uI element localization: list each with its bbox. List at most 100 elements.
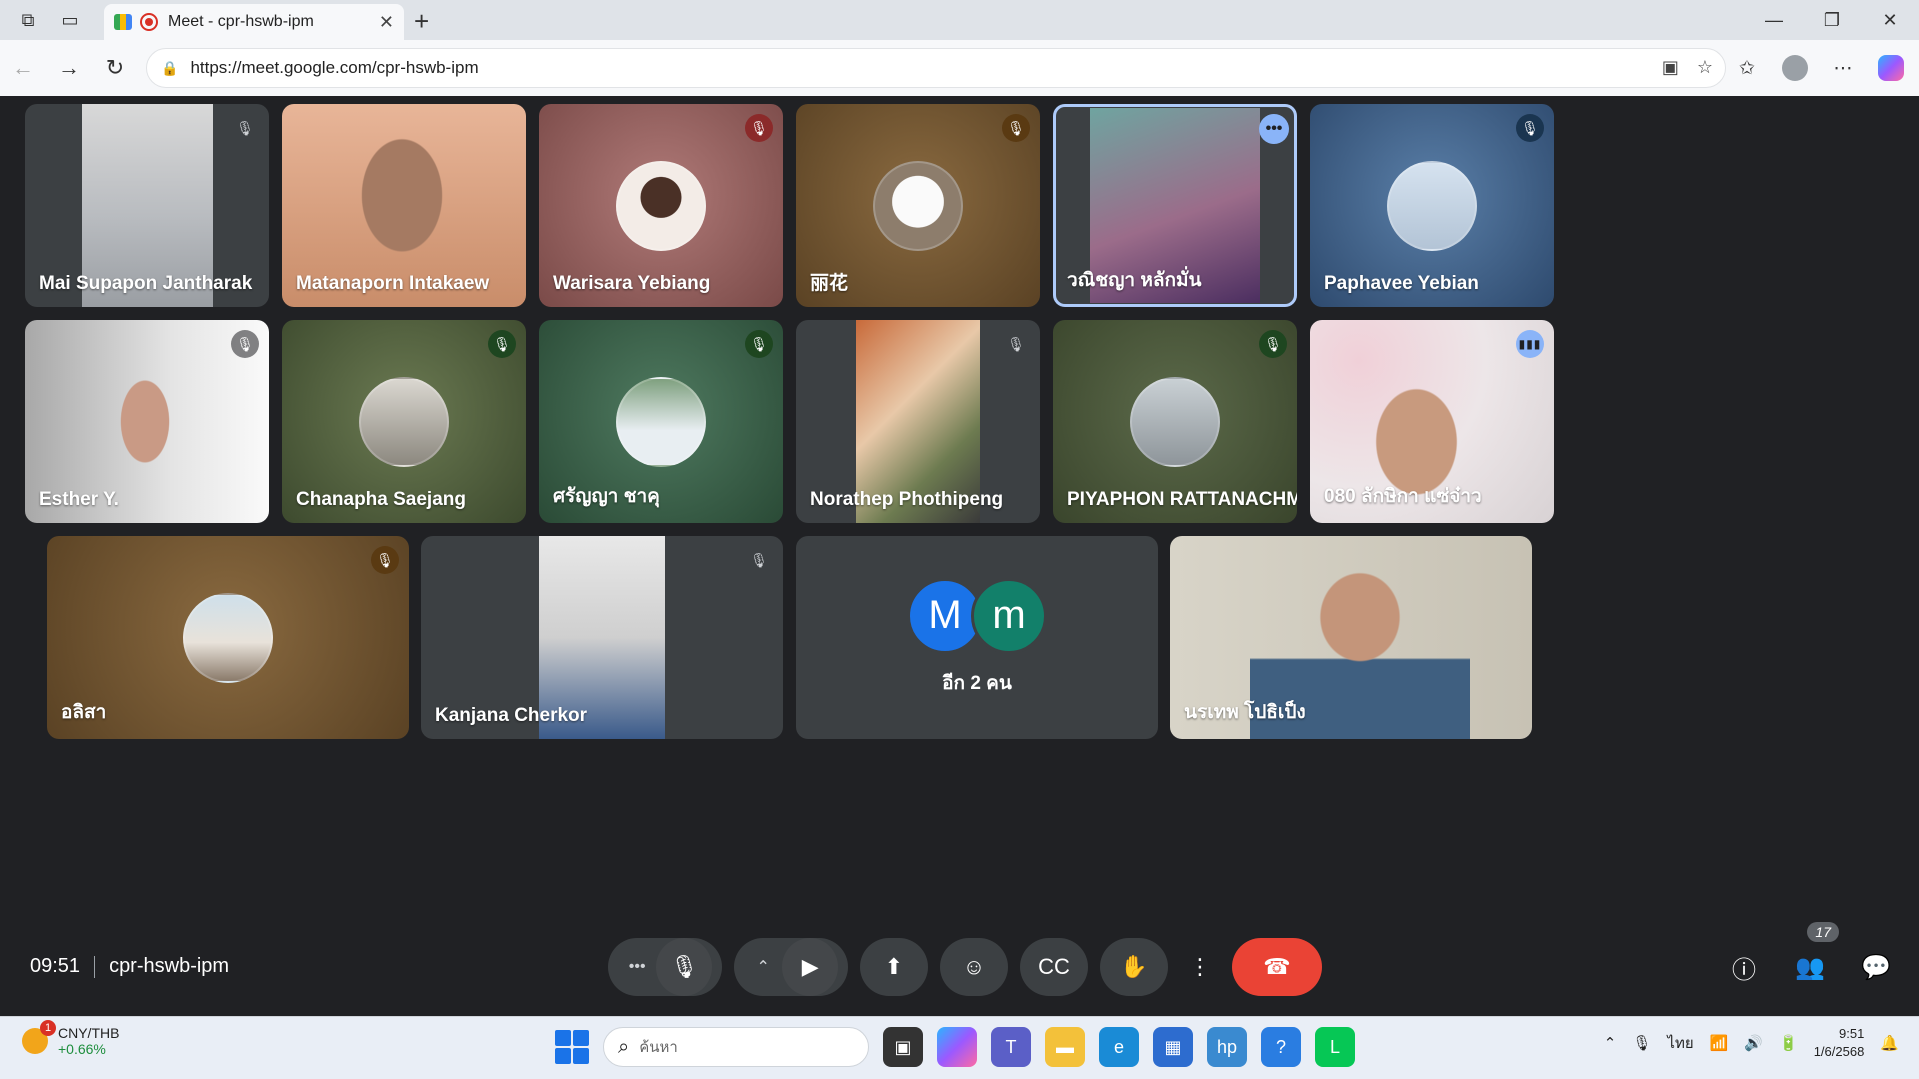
- help-icon[interactable]: ?: [1261, 1027, 1301, 1067]
- teams-icon[interactable]: T: [991, 1027, 1031, 1067]
- back-icon[interactable]: ←: [0, 45, 46, 91]
- site-info-icon[interactable]: 🔒: [161, 60, 178, 77]
- muted-mic-icon: 🎙: [236, 119, 254, 136]
- muted-mic-icon: 🎙: [1007, 335, 1025, 352]
- muted-mic-icon: 🎙: [745, 114, 773, 142]
- taskbar-search[interactable]: ⌕ ค้นหา: [603, 1027, 869, 1067]
- participant-tile[interactable]: 🎙 Kanjana Cherkor: [421, 536, 783, 739]
- address-bar[interactable]: 🔒 https://meet.google.com/cpr-hswb-ipm ▣…: [146, 48, 1726, 88]
- profile-icon[interactable]: [1775, 48, 1815, 88]
- participant-tile[interactable]: 🎙 ศรัญญา ชาคุ: [539, 320, 783, 523]
- others-tile[interactable]: M m อีก 2 คน: [796, 536, 1158, 739]
- participant-tile[interactable]: 🎙 Paphavee Yebian: [1310, 104, 1554, 307]
- store-icon[interactable]: ▦: [1153, 1027, 1193, 1067]
- participant-tile[interactable]: 🎙 Norathep Phothipeng: [796, 320, 1040, 523]
- side-panel-controls: ⓘ 👥 17 💬: [1721, 922, 1899, 990]
- workspaces-icon[interactable]: ⧉: [8, 0, 48, 40]
- participant-tile[interactable]: ▮▮▮ 080 ลักษิกา แซ่จ๋าว: [1310, 320, 1554, 523]
- raise-hand-button[interactable]: ✋: [1100, 938, 1168, 996]
- participant-name: Warisara Yebiang: [553, 273, 711, 294]
- browser-titlebar: ⧉ ▭ Meet - cpr-hswb-ipm ✕ + — ❐ ✕: [0, 0, 1919, 40]
- participant-tile-pinned[interactable]: ••• วณิชญา หลักมั่น: [1053, 104, 1297, 307]
- participant-name: Kanjana Cherkor: [435, 705, 588, 726]
- edge-icon[interactable]: e: [1099, 1027, 1139, 1067]
- battery-icon[interactable]: 🔋: [1779, 1034, 1798, 1052]
- reactions-button[interactable]: ☺: [940, 938, 1008, 996]
- camera-in-use-icon[interactable]: ▣: [1662, 57, 1679, 78]
- participant-tile[interactable]: 🎙 Warisara Yebiang: [539, 104, 783, 307]
- minimize-icon[interactable]: —: [1745, 0, 1803, 40]
- search-icon: ⌕: [618, 1035, 630, 1058]
- browser-tab-meet[interactable]: Meet - cpr-hswb-ipm ✕: [104, 4, 404, 40]
- myhp-icon[interactable]: hp: [1207, 1027, 1247, 1067]
- window-close-icon[interactable]: ✕: [1861, 0, 1919, 40]
- more-options-button[interactable]: ⋮: [1180, 938, 1220, 996]
- participant-name: อลิสา: [61, 702, 107, 723]
- meeting-code: cpr-hswb-ipm: [109, 955, 230, 977]
- participant-tile[interactable]: นรเทพ โปธิเป็ง: [1170, 536, 1532, 739]
- window-controls: — ❐ ✕: [1745, 0, 1919, 40]
- favorites-icon[interactable]: ✩: [1727, 48, 1767, 88]
- forward-icon[interactable]: →: [46, 45, 92, 91]
- chat-button[interactable]: 💬: [1853, 944, 1899, 990]
- participant-name: Matanaporn Intakaew: [296, 273, 490, 294]
- ticker-icon: [22, 1020, 56, 1054]
- input-language[interactable]: ไทย: [1667, 1031, 1693, 1055]
- file-explorer-icon[interactable]: ▬: [1045, 1027, 1085, 1067]
- call-controls: ••• 🎙 ⌃ ▶ ⬆ ☺ CC ✋ ⋮ ☎: [608, 937, 1322, 997]
- audio-options-icon[interactable]: •••: [618, 958, 656, 976]
- tab-close-icon[interactable]: ✕: [379, 12, 394, 33]
- notifications-icon[interactable]: 🔔: [1880, 1034, 1899, 1052]
- search-placeholder: ค้นหา: [639, 1039, 678, 1056]
- participant-name: 丽花: [810, 273, 849, 294]
- participant-tile[interactable]: 🎙 丽花: [796, 104, 1040, 307]
- show-hidden-icons-icon[interactable]: ⌃: [1604, 1034, 1617, 1052]
- taskbar-apps: ⌕ ค้นหา ▣ T ▬ e ▦ hp ? L: [555, 1027, 1355, 1067]
- refresh-icon[interactable]: ↻: [92, 45, 138, 91]
- avatar: [873, 160, 963, 251]
- wifi-icon[interactable]: 📶: [1710, 1034, 1729, 1052]
- camera-button[interactable]: ▶: [782, 938, 838, 996]
- leave-call-button[interactable]: ☎: [1232, 938, 1322, 996]
- copilot-app-icon[interactable]: [937, 1027, 977, 1067]
- avatar: [1130, 376, 1220, 467]
- more-options-icon[interactable]: •••: [1259, 114, 1289, 144]
- participant-name: Mai Supapon Jantharak: [39, 273, 253, 294]
- present-screen-button[interactable]: ⬆: [860, 938, 928, 996]
- restore-icon[interactable]: ❐: [1803, 0, 1861, 40]
- participant-tile[interactable]: Matanaporn Intakaew: [282, 104, 526, 307]
- participant-name: Paphavee Yebian: [1324, 273, 1479, 294]
- divider: [94, 955, 96, 978]
- volume-icon[interactable]: 🔊: [1744, 1034, 1763, 1052]
- muted-mic-icon: 🎙: [371, 546, 399, 574]
- more-menu-icon[interactable]: ⋯: [1823, 48, 1863, 88]
- clock[interactable]: 9:51 1/6/2568: [1814, 1025, 1865, 1061]
- ticker-change: +0.66%: [58, 1041, 106, 1057]
- meeting-details-button[interactable]: ⓘ: [1721, 944, 1767, 990]
- microphone-button[interactable]: 🎙: [656, 938, 712, 996]
- participant-tile[interactable]: 🎙 Chanapha Saejang: [282, 320, 526, 523]
- favorite-star-icon[interactable]: ☆: [1697, 57, 1713, 78]
- participant-tile[interactable]: 🎙 Esther Y.: [25, 320, 269, 523]
- recording-icon: [140, 13, 158, 31]
- task-view-icon[interactable]: ▣: [883, 1027, 923, 1067]
- avatar: [183, 592, 273, 683]
- microphone-tray-icon[interactable]: 🎙: [1632, 1034, 1651, 1052]
- new-tab-icon[interactable]: +: [414, 6, 429, 37]
- start-button[interactable]: [555, 1030, 589, 1064]
- participant-tile[interactable]: 🎙 PIYAPHON RATTANACHM...: [1053, 320, 1297, 523]
- clock-date: 1/6/2568: [1813, 1044, 1865, 1059]
- avatar: [616, 160, 706, 251]
- audio-control-group: ••• 🎙: [608, 938, 722, 996]
- line-icon[interactable]: L: [1315, 1027, 1355, 1067]
- copilot-icon[interactable]: [1871, 48, 1911, 88]
- video-options-icon[interactable]: ⌃: [744, 957, 782, 977]
- participant-name: PIYAPHON RATTANACHM...: [1067, 489, 1297, 510]
- participant-tile[interactable]: 🎙 อลิสา: [47, 536, 409, 739]
- participant-tile[interactable]: 🎙 Mai Supapon Jantharak: [25, 104, 269, 307]
- tab-actions-icon[interactable]: ▭: [50, 0, 90, 40]
- captions-button[interactable]: CC: [1020, 938, 1088, 996]
- meeting-time: 09:51: [30, 955, 81, 977]
- people-button[interactable]: 👥 17: [1787, 922, 1839, 990]
- ticker-widget[interactable]: CNY/THB +0.66%: [22, 1020, 119, 1057]
